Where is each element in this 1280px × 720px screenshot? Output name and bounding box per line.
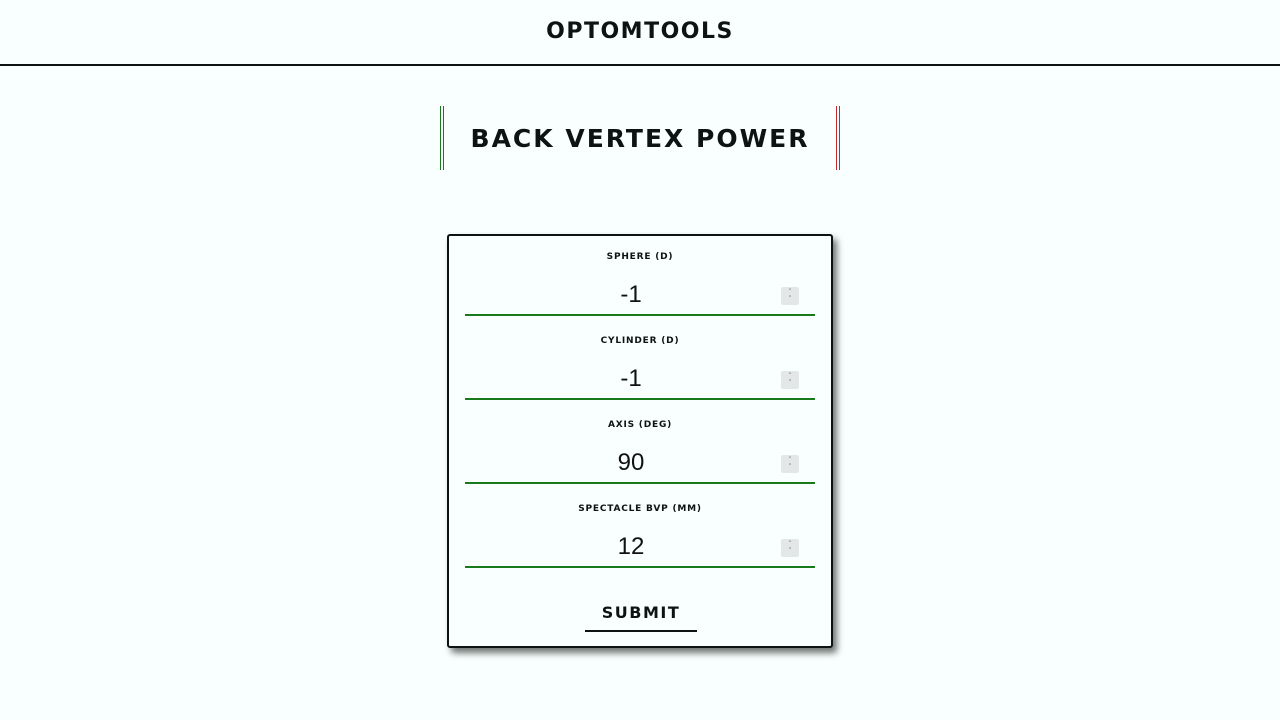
axis-label: AXIS (DEG): [607, 420, 673, 430]
chevron-down-icon[interactable]: ˅: [788, 380, 792, 387]
chevron-down-icon[interactable]: ˅: [788, 296, 792, 303]
sphere-value: -1: [620, 281, 642, 308]
axis-field: AXIS (DEG) 90 ˄ ˅: [465, 404, 815, 488]
title-accent-right: [836, 106, 840, 170]
spectacle-bvp-input[interactable]: 12 ˄ ˅: [465, 528, 815, 568]
submit-button[interactable]: SUBMIT: [585, 594, 697, 632]
sphere-label: SPHERE (D): [606, 252, 674, 262]
cylinder-field: CYLINDER (D) -1 ˄ ˅: [465, 320, 815, 404]
axis-stepper[interactable]: ˄ ˅: [781, 455, 799, 473]
title-accent-left: [440, 106, 444, 170]
cylinder-stepper[interactable]: ˄ ˅: [781, 371, 799, 389]
bvp-form: SPHERE (D) -1 ˄ ˅ CYLINDER (D) -1 ˄ ˅ AX…: [447, 234, 833, 648]
sphere-input[interactable]: -1 ˄ ˅: [465, 276, 815, 316]
spectacle-bvp-field: SPECTACLE BVP (MM) 12 ˄ ˅: [465, 488, 815, 572]
cylinder-input[interactable]: -1 ˄ ˅: [465, 360, 815, 400]
page-title-box: BACK VERTEX POWER: [440, 106, 840, 170]
brand-logo-text[interactable]: OPTOMTOOLS: [546, 19, 734, 44]
axis-input[interactable]: 90 ˄ ˅: [465, 444, 815, 484]
spectacle-bvp-value: 12: [617, 533, 645, 560]
cylinder-label: CYLINDER (D): [600, 336, 680, 346]
axis-value: 90: [617, 449, 645, 476]
spectacle-bvp-stepper[interactable]: ˄ ˅: [781, 539, 799, 557]
top-navbar: OPTOMTOOLS: [0, 0, 1280, 66]
sphere-field: SPHERE (D) -1 ˄ ˅: [465, 236, 815, 320]
page-title: BACK VERTEX POWER: [470, 123, 810, 153]
chevron-down-icon[interactable]: ˅: [788, 464, 792, 471]
cylinder-value: -1: [620, 365, 642, 392]
spectacle-bvp-label: SPECTACLE BVP (MM): [578, 504, 702, 514]
chevron-down-icon[interactable]: ˅: [788, 548, 792, 555]
sphere-stepper[interactable]: ˄ ˅: [781, 287, 799, 305]
